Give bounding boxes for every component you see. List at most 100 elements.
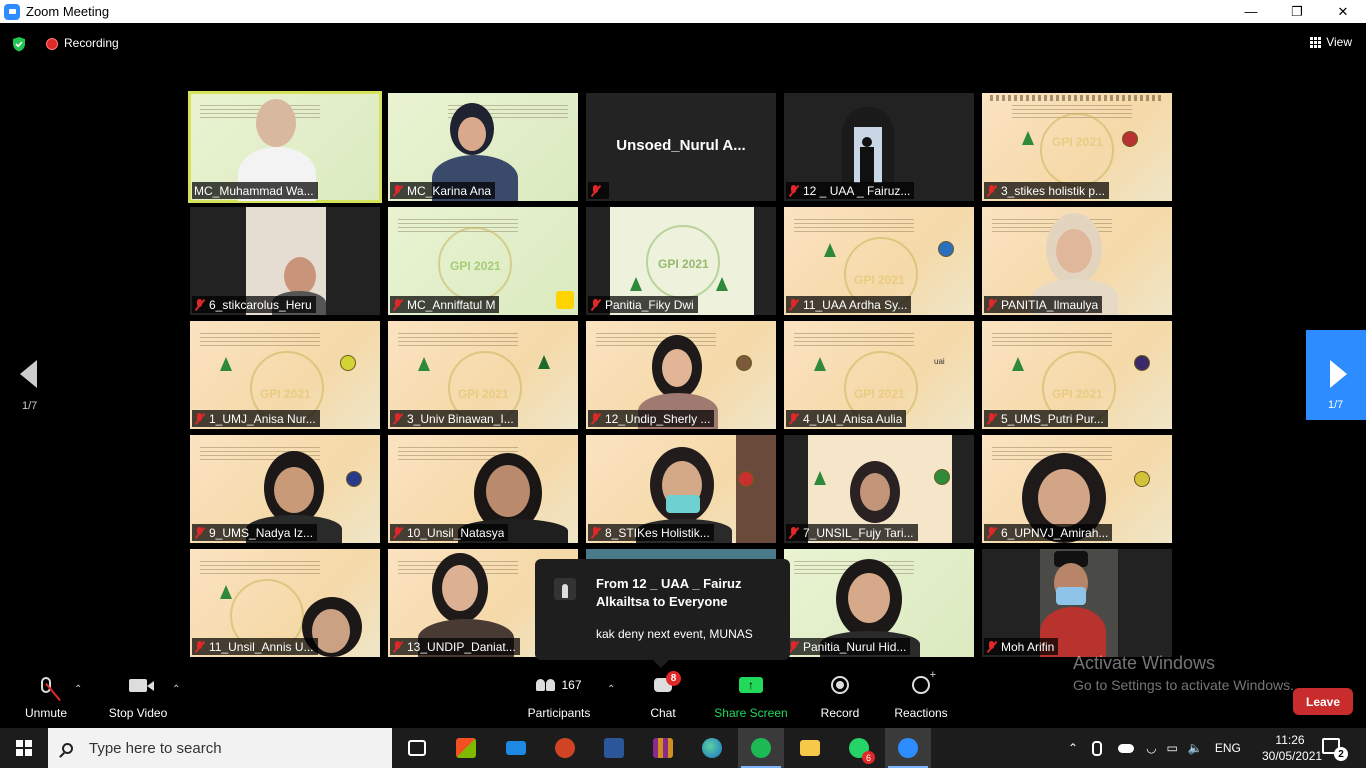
muted-mic-icon	[194, 412, 205, 425]
chat-notification-popup[interactable]: From 12 _ UAA _ Fairuz Alkailtsa to Ever…	[535, 559, 790, 668]
participant-name-bar: 10_Unsil_Natasya	[390, 524, 509, 541]
winrar-icon[interactable]	[649, 734, 677, 762]
video-tile[interactable]: MC_Karina Ana	[388, 93, 578, 201]
muted-mic-icon	[986, 184, 997, 197]
windows-start-icon[interactable]	[16, 740, 32, 756]
windows-taskbar: Type here to search 6 ⌃ ◡ ▭ 🔈 ENG 11:26 …	[0, 728, 1366, 768]
participant-name-bar: 1_UMJ_Anisa Nur...	[192, 410, 320, 427]
video-options-caret-icon[interactable]: ⌃	[172, 684, 180, 695]
share-screen-button[interactable]: ↑ Share Screen	[713, 670, 789, 728]
file-explorer-icon[interactable]	[796, 734, 824, 762]
video-tile[interactable]: GPI 2021 uai 4_UAI_Anisa Aulia	[784, 321, 974, 429]
wifi-icon[interactable]: ◡	[1146, 741, 1156, 755]
powerpoint-icon[interactable]	[551, 734, 579, 762]
video-tile[interactable]: GPI 2021 3_Univ Binawan_I...	[388, 321, 578, 429]
video-camera-icon	[129, 678, 154, 692]
previous-page-button[interactable]: 1/7	[18, 360, 42, 420]
video-tile[interactable]: GPI 2021 3_stikes holistik p...	[982, 93, 1172, 201]
participant-name-bar: PANITIA_Ilmaulya	[984, 296, 1103, 313]
participants-button[interactable]: 167 Participants	[524, 670, 594, 728]
video-tile[interactable]: Panitia_Nurul Hid...	[784, 549, 974, 657]
onedrive-cloud-icon[interactable]	[1118, 743, 1135, 753]
muted-mic-icon	[986, 526, 997, 539]
notification-center-icon[interactable]: 2	[1322, 738, 1348, 761]
zoom-app-icon[interactable]	[885, 728, 931, 768]
unmute-button[interactable]: Unmute	[20, 670, 72, 728]
video-tile[interactable]: 6_stikcarolus_Heru	[190, 207, 380, 315]
search-placeholder: Type here to search	[89, 739, 222, 757]
video-tile[interactable]: GPI 2021 MC_Anniffatul M	[388, 207, 578, 315]
taskbar-search-box[interactable]: Type here to search	[48, 728, 392, 768]
participant-name-bar: 9_UMS_Nadya Iz...	[192, 524, 318, 541]
chat-button[interactable]: 8 Chat	[643, 670, 683, 728]
mail-icon[interactable]	[502, 734, 530, 762]
reactions-button[interactable]: Reactions	[892, 669, 950, 728]
participant-name-bar: 8_STIKes Holistik...	[588, 524, 714, 541]
muted-mic-icon	[392, 526, 403, 539]
shield-icon[interactable]	[11, 36, 27, 52]
participant-name-bar: 7_UNSIL_Fujy Tari...	[786, 524, 918, 541]
video-tile[interactable]: 11_Unsil_Annis U...	[190, 549, 380, 657]
video-tile[interactable]: 12 _ UAA _ Fairuz...	[784, 93, 974, 201]
leave-button[interactable]: Leave	[1293, 688, 1353, 715]
video-tile[interactable]: 9_UMS_Nadya Iz...	[190, 435, 380, 543]
video-tile[interactable]: GPI 2021 11_UAA Ardha Sy...	[784, 207, 974, 315]
participants-options-caret-icon[interactable]: ⌃	[607, 684, 615, 695]
recording-icon	[46, 38, 58, 50]
muted-mic-icon	[986, 298, 997, 311]
video-tile[interactable]: 7_UNSIL_Fujy Tari...	[784, 435, 974, 543]
taskbar-clock[interactable]: 11:26 30/05/2021	[1262, 732, 1323, 764]
video-tile[interactable]: 12_Undip_Sherly ...	[586, 321, 776, 429]
video-tile[interactable]: 8_STIKes Holistik...	[586, 435, 776, 543]
audio-options-caret-icon[interactable]: ⌃	[74, 684, 82, 695]
video-tile[interactable]: Moh Arifin	[982, 549, 1172, 657]
participant-name-bar: MC_Anniffatul M	[390, 296, 500, 313]
record-button[interactable]: Record	[816, 670, 864, 728]
video-tile[interactable]: GPI 2021 Panitia_Fiky Dwi	[586, 207, 776, 315]
system-tray: ⌃ ◡ ▭ 🔈 ENG	[1068, 728, 1241, 768]
microphone-icon[interactable]	[1092, 740, 1103, 756]
meeting-topbar: Recording View	[0, 23, 1366, 63]
volume-icon[interactable]: 🔈	[1188, 741, 1203, 755]
microsoft-store-icon[interactable]	[452, 734, 480, 762]
view-label: View	[1326, 35, 1352, 49]
muted-mic-icon	[590, 298, 601, 311]
muted-mic-icon	[392, 640, 403, 653]
muted-mic-icon	[194, 298, 205, 311]
notification-count-badge: 2	[1334, 747, 1348, 761]
whatsapp-icon[interactable]: 6	[845, 734, 875, 764]
video-tile[interactable]: GPI 2021 5_UMS_Putri Pur...	[982, 321, 1172, 429]
participants-count: 167	[561, 678, 582, 692]
spotify-icon[interactable]	[738, 728, 784, 768]
video-tile[interactable]: PANITIA_Ilmaulya	[982, 207, 1172, 315]
video-tile[interactable]: MC_Muhammad Wa...	[188, 91, 382, 203]
video-tile[interactable]: 6_UPNVJ_Amirah...	[982, 435, 1172, 543]
input-language[interactable]: ENG	[1215, 741, 1241, 755]
sender-avatar	[554, 578, 576, 600]
view-button[interactable]: View	[1310, 35, 1352, 49]
reactions-smiley-icon	[912, 669, 936, 694]
page-indicator: 1/7	[22, 400, 38, 412]
chat-sender: From 12 _ UAA _ Fairuz Alkailtsa to Ever…	[596, 576, 742, 609]
participant-name-bar: Moh Arifin	[984, 638, 1059, 655]
zoom-logo-icon	[4, 3, 20, 20]
recording-label[interactable]: Recording	[64, 36, 119, 50]
task-view-icon[interactable]	[403, 734, 431, 762]
video-tile[interactable]: 10_Unsil_Natasya	[388, 435, 578, 543]
clock-date: 30/05/2021	[1262, 749, 1323, 763]
stop-video-button[interactable]: Stop Video	[106, 670, 170, 728]
close-button[interactable]: ✕	[1320, 0, 1366, 23]
maximize-button[interactable]: ❐	[1274, 0, 1320, 23]
next-page-button[interactable]: 1/7	[1306, 330, 1366, 420]
show-hidden-icons-icon[interactable]: ⌃	[1068, 741, 1078, 755]
video-tile[interactable]: Unsoed_Nurul A...	[586, 93, 776, 201]
muted-mic-icon	[788, 184, 799, 197]
muted-mic-icon	[194, 640, 205, 653]
battery-icon[interactable]: ▭	[1167, 741, 1178, 755]
edge-browser-icon[interactable]	[698, 734, 726, 762]
video-tile[interactable]: GPI 2021 1_UMJ_Anisa Nur...	[190, 321, 380, 429]
chat-icon: 8	[654, 671, 681, 692]
minimize-button[interactable]: —	[1228, 0, 1274, 23]
word-icon[interactable]	[600, 734, 628, 762]
participant-name-bar: 5_UMS_Putri Pur...	[984, 410, 1108, 427]
